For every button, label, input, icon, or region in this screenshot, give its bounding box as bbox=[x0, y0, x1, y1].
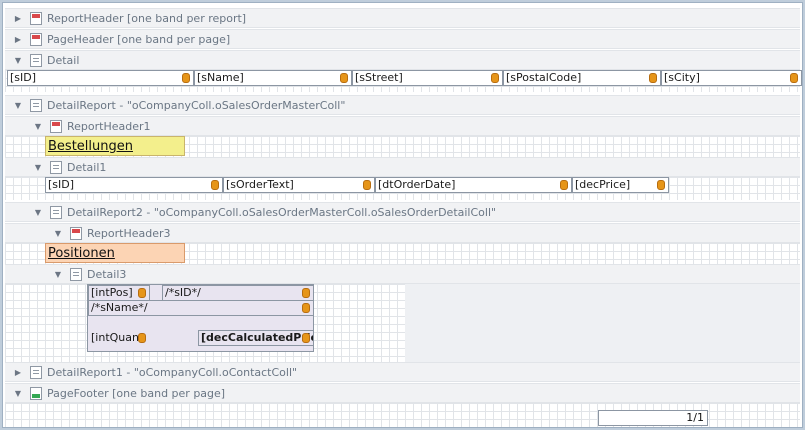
detail1-surface: [sID] [sOrderText] [dtOrderDate] [decPri… bbox=[5, 177, 800, 200]
report-designer-surface: ▶ ReportHeader [one band per report] ▶ P… bbox=[2, 2, 803, 428]
band-label: DetailReport2 - "oCompanyColl.oSalesOrde… bbox=[67, 205, 497, 219]
collapse-arrow-icon[interactable]: ▼ bbox=[33, 207, 43, 217]
band-detail-report[interactable]: ▼ DetailReport - "oCompanyColl.oSalesOrd… bbox=[5, 95, 800, 115]
band-detail-report1[interactable]: ▶ DetailReport1 - "oCompanyColl.oContact… bbox=[5, 362, 800, 382]
band-detail-report2[interactable]: ▼ DetailReport2 - "oCompanyColl.oSalesOr… bbox=[5, 202, 800, 222]
band-detail[interactable]: ▼ Detail bbox=[5, 50, 800, 70]
collapse-arrow-icon[interactable]: ▼ bbox=[13, 55, 23, 65]
band-label: Detail bbox=[47, 53, 80, 67]
page-footer-surface: 1/1 bbox=[5, 403, 800, 427]
database-icon bbox=[340, 73, 348, 83]
band-label: DetailReport1 - "oCompanyColl.oContactCo… bbox=[47, 365, 298, 379]
expand-arrow-icon[interactable]: ▶ bbox=[13, 13, 23, 23]
database-icon bbox=[790, 73, 798, 83]
field-sstreet[interactable]: [sStreet] bbox=[352, 70, 503, 86]
band-label: PageFooter [one band per page] bbox=[47, 386, 226, 400]
field-scity[interactable]: [sCity] bbox=[661, 70, 802, 86]
field-sid[interactable]: [sID] bbox=[7, 70, 194, 86]
band-label: ReportHeader3 bbox=[87, 226, 171, 240]
collapse-arrow-icon[interactable]: ▼ bbox=[53, 228, 63, 238]
field-intpos[interactable]: [intPos] bbox=[88, 285, 150, 301]
band-label: PageHeader [one band per page] bbox=[47, 32, 231, 46]
page-header-icon bbox=[30, 32, 42, 46]
band-label: Detail3 bbox=[87, 267, 127, 281]
band-report-header[interactable]: ▶ ReportHeader [one band per report] bbox=[5, 8, 800, 28]
database-icon bbox=[211, 180, 219, 190]
detail-band-icon bbox=[50, 160, 62, 174]
field-dtorderdate[interactable]: [dtOrderDate] bbox=[375, 177, 572, 193]
band-label: DetailReport - "oCompanyColl.oSalesOrder… bbox=[47, 98, 346, 112]
band-label: ReportHeader1 bbox=[67, 119, 151, 133]
database-icon bbox=[363, 180, 371, 190]
band-report-header3[interactable]: ▼ ReportHeader3 bbox=[5, 223, 800, 243]
band-detail1[interactable]: ▼ Detail1 bbox=[5, 157, 800, 177]
field-sid[interactable]: [sID] bbox=[45, 177, 223, 193]
database-icon bbox=[138, 333, 146, 343]
collapse-arrow-icon[interactable]: ▼ bbox=[13, 100, 23, 110]
bestellungen-label[interactable]: Bestellungen bbox=[45, 136, 185, 156]
collapse-arrow-icon[interactable]: ▼ bbox=[13, 388, 23, 398]
field-sname[interactable]: [sName] bbox=[194, 70, 352, 86]
band-report-header1[interactable]: ▼ ReportHeader1 bbox=[5, 116, 800, 136]
database-icon bbox=[138, 288, 146, 298]
report-header3-surface: Positionen bbox=[5, 243, 800, 265]
band-label: ReportHeader [one band per report] bbox=[47, 11, 247, 25]
detail-band-icon bbox=[30, 53, 42, 67]
detail-band-icon bbox=[70, 267, 82, 281]
positionen-label[interactable]: Positionen bbox=[45, 243, 185, 263]
field-sordertext[interactable]: [sOrderText] bbox=[223, 177, 375, 193]
database-icon bbox=[560, 180, 568, 190]
field-sid-comment[interactable]: /*sID*/ bbox=[162, 285, 314, 301]
database-icon bbox=[302, 288, 310, 298]
database-icon bbox=[657, 180, 665, 190]
detail-report-icon bbox=[50, 205, 62, 219]
field-intquant[interactable]: [intQuant bbox=[88, 330, 150, 346]
band-label: Detail1 bbox=[67, 160, 107, 174]
detail-report-icon bbox=[30, 365, 42, 379]
band-page-footer[interactable]: ▼ PageFooter [one band per page] bbox=[5, 383, 800, 403]
report-header-icon bbox=[30, 11, 42, 25]
report-header-icon bbox=[70, 226, 82, 240]
report-header-icon bbox=[50, 119, 62, 133]
database-icon bbox=[182, 73, 190, 83]
database-icon bbox=[302, 303, 310, 313]
field-spostalcode[interactable]: [sPostalCode] bbox=[503, 70, 661, 86]
field-sname-comment[interactable]: /*sName*/ bbox=[88, 300, 314, 316]
band-page-header[interactable]: ▶ PageHeader [one band per page] bbox=[5, 29, 800, 49]
page-number[interactable]: 1/1 bbox=[598, 410, 708, 426]
database-icon bbox=[302, 333, 310, 343]
page-footer-icon bbox=[30, 386, 42, 400]
expand-arrow-icon[interactable]: ▶ bbox=[13, 367, 23, 377]
database-icon bbox=[649, 73, 657, 83]
field-deccalculatedprice[interactable]: [decCalculatedPrice bbox=[198, 330, 314, 346]
collapse-arrow-icon[interactable]: ▼ bbox=[33, 162, 43, 172]
unused-area bbox=[405, 284, 800, 362]
detail3-panel[interactable]: [intPos] /*sID*/ /*sName*/ [intQuant [de… bbox=[87, 284, 314, 352]
report-header1-surface: Bestellungen bbox=[5, 136, 800, 158]
collapse-arrow-icon[interactable]: ▼ bbox=[53, 269, 63, 279]
field-decprice[interactable]: [decPrice] bbox=[572, 177, 669, 193]
detail-band-surface: [sID] [sName] [sStreet] [sPostalCode] [s… bbox=[5, 70, 802, 92]
expand-arrow-icon[interactable]: ▶ bbox=[13, 34, 23, 44]
collapse-arrow-icon[interactable]: ▼ bbox=[33, 121, 43, 131]
band-detail3[interactable]: ▼ Detail3 bbox=[5, 264, 800, 284]
database-icon bbox=[491, 73, 499, 83]
detail-report-icon bbox=[30, 98, 42, 112]
